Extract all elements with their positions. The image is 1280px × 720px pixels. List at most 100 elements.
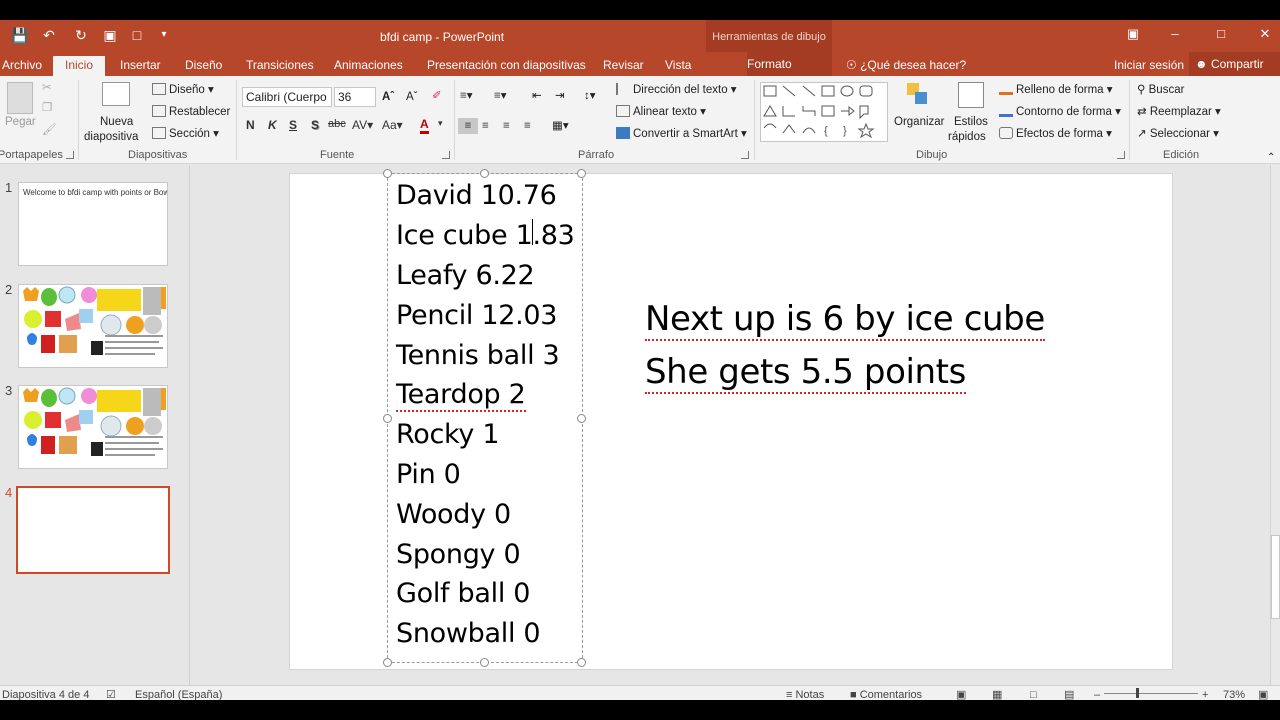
slide-thumbnail-1[interactable]: Welcome to bfdi camp with points or Bow xyxy=(18,182,168,266)
slide-editing-area: David 10.76 Ice cube 1.83 Leafy 6.22 Pen… xyxy=(191,165,1270,685)
slide-canvas[interactable]: David 10.76 Ice cube 1.83 Leafy 6.22 Pen… xyxy=(289,169,1173,670)
change-case-icon[interactable]: Aa▾ xyxy=(382,118,403,132)
char-spacing-icon[interactable]: AV▾ xyxy=(352,118,373,132)
zoom-slider[interactable] xyxy=(1104,693,1198,694)
arrange-icon[interactable] xyxy=(906,82,930,108)
shrink-font-icon[interactable]: Aˇ xyxy=(406,89,418,105)
paste-button[interactable]: Pegar xyxy=(5,114,36,130)
paste-icon[interactable] xyxy=(7,82,33,114)
tab-vista[interactable]: Vista xyxy=(665,56,691,76)
tab-insertar[interactable]: Insertar xyxy=(120,56,161,76)
font-color-dropdown-icon[interactable]: ▾ xyxy=(438,118,443,129)
undo-icon[interactable]: ↶ xyxy=(38,26,60,44)
collapse-ribbon-icon[interactable]: ⌃ xyxy=(1267,150,1275,166)
new-slide-label-2[interactable]: diapositiva xyxy=(84,129,138,145)
close-icon[interactable]: ✕ xyxy=(1254,24,1276,44)
section-icon xyxy=(152,127,166,139)
resize-handle[interactable] xyxy=(577,169,586,178)
resize-handle[interactable] xyxy=(480,658,489,667)
select-button[interactable]: ↗ Seleccionar ▾ xyxy=(1137,126,1219,142)
customize-icon[interactable]: ▾ xyxy=(153,26,175,44)
strikethrough-button[interactable]: abc xyxy=(328,118,346,130)
new-file-icon[interactable]: □ xyxy=(126,26,148,44)
zoom-slider-thumb[interactable] xyxy=(1136,688,1139,698)
bold-button[interactable]: N xyxy=(246,118,255,132)
cut-icon[interactable]: ✂ xyxy=(42,80,52,96)
tab-transiciones[interactable]: Transiciones xyxy=(246,56,314,76)
shape-effects-button[interactable]: Efectos de forma ▾ xyxy=(999,126,1112,142)
touch-mode-icon[interactable]: ▣ xyxy=(99,26,121,44)
text-direction-button[interactable]: Dirección del texto ▾ xyxy=(616,82,737,98)
resize-handle[interactable] xyxy=(480,169,489,178)
smartart-button[interactable]: Convertir a SmartArt ▾ xyxy=(616,126,747,142)
justify-icon[interactable]: ≡ xyxy=(524,118,531,134)
shape-fill-button[interactable]: Relleno de forma ▾ xyxy=(999,82,1113,98)
line-spacing-icon[interactable]: ↕▾ xyxy=(584,88,596,104)
decrease-indent-icon[interactable]: ⇤ xyxy=(532,88,542,104)
font-color-icon[interactable]: A xyxy=(420,118,429,134)
tab-animaciones[interactable]: Animaciones xyxy=(334,56,403,76)
grow-font-icon[interactable]: Aˆ xyxy=(382,89,394,105)
select-label: Seleccionar xyxy=(1149,128,1210,140)
save-icon[interactable]: 💾 xyxy=(9,26,31,44)
font-name-combo[interactable]: Calibri (Cuerpo xyxy=(242,87,332,107)
font-size-combo[interactable]: 36 xyxy=(334,87,376,107)
align-text-button[interactable]: Alinear texto ▾ xyxy=(616,104,706,120)
tab-formato[interactable]: Formato xyxy=(747,52,832,76)
resize-handle[interactable] xyxy=(577,414,586,423)
bullets-icon[interactable]: ≡▾ xyxy=(460,88,472,104)
align-right-icon[interactable]: ≡ xyxy=(503,118,510,134)
resize-handle[interactable] xyxy=(383,414,392,423)
slide-thumbnail-2[interactable] xyxy=(18,284,168,368)
scores-textbox[interactable]: David 10.76 Ice cube 1.83 Leafy 6.22 Pen… xyxy=(383,169,586,667)
tab-presentacion[interactable]: Presentación con diapositivas xyxy=(427,56,586,76)
font-launcher-icon[interactable] xyxy=(442,151,450,159)
copy-icon[interactable]: ❐ xyxy=(42,100,52,116)
tell-me-search[interactable]: ☉ ¿Qué desea hacer? xyxy=(846,56,966,74)
clipboard-launcher-icon[interactable] xyxy=(66,151,74,159)
underline-button[interactable]: S xyxy=(289,118,297,132)
tab-inicio[interactable]: Inicio xyxy=(53,56,106,76)
drawing-launcher-icon[interactable] xyxy=(1117,151,1125,159)
replace-button[interactable]: ⇄ Reemplazar ▾ xyxy=(1137,104,1221,120)
increase-indent-icon[interactable]: ⇥ xyxy=(555,88,565,104)
share-button[interactable]: ☻ Compartir xyxy=(1189,52,1280,76)
new-slide-label-1[interactable]: Nueva xyxy=(100,114,133,130)
sign-in-link[interactable]: Iniciar sesión xyxy=(1114,56,1184,74)
restore-ribbon-icon[interactable]: ▣ xyxy=(1122,24,1144,44)
minimize-icon[interactable]: – xyxy=(1164,24,1186,44)
find-button[interactable]: ⚲ Buscar xyxy=(1137,82,1184,98)
numbering-icon[interactable]: ≡▾ xyxy=(494,88,506,104)
section-button[interactable]: Sección ▾ xyxy=(152,126,219,142)
quick-styles-label-1[interactable]: Estilos xyxy=(954,114,988,130)
align-text-icon xyxy=(616,105,630,117)
resize-handle[interactable] xyxy=(383,658,392,667)
tab-revisar[interactable]: Revisar xyxy=(603,56,644,76)
slide-thumbnail-3[interactable] xyxy=(18,385,168,469)
layout-button[interactable]: Diseño ▾ xyxy=(152,82,214,98)
slide-thumbnail-4-selected[interactable] xyxy=(16,486,170,574)
shapes-gallery[interactable]: { } xyxy=(760,82,888,142)
italic-button[interactable]: K xyxy=(268,118,277,132)
quick-styles-icon[interactable] xyxy=(958,82,984,108)
vertical-scrollbar[interactable] xyxy=(1270,165,1280,685)
arrange-button[interactable]: Organizar xyxy=(894,114,945,130)
align-left-icon[interactable]: ≡ xyxy=(458,118,478,134)
tab-diseno[interactable]: Diseño xyxy=(185,56,222,76)
columns-icon[interactable]: ▦▾ xyxy=(552,118,569,134)
quick-styles-label-2[interactable]: rápidos xyxy=(948,129,986,145)
reset-button[interactable]: Restablecer xyxy=(152,104,230,120)
paragraph-launcher-icon[interactable] xyxy=(741,151,749,159)
resize-handle[interactable] xyxy=(383,169,392,178)
new-slide-icon[interactable] xyxy=(102,82,130,106)
align-center-icon[interactable]: ≡ xyxy=(482,118,489,134)
shape-outline-button[interactable]: Contorno de forma ▾ xyxy=(999,104,1121,120)
scrollbar-thumb[interactable] xyxy=(1271,535,1280,619)
resize-handle[interactable] xyxy=(577,658,586,667)
tab-archivo[interactable]: Archivo xyxy=(2,56,42,76)
shadow-button[interactable]: S xyxy=(311,118,319,132)
clear-formatting-icon[interactable]: ✐ xyxy=(432,88,442,104)
format-painter-icon[interactable]: 🖌 xyxy=(42,122,57,138)
redo-icon[interactable]: ↻ xyxy=(70,26,92,44)
maximize-icon[interactable]: □ xyxy=(1210,24,1232,44)
